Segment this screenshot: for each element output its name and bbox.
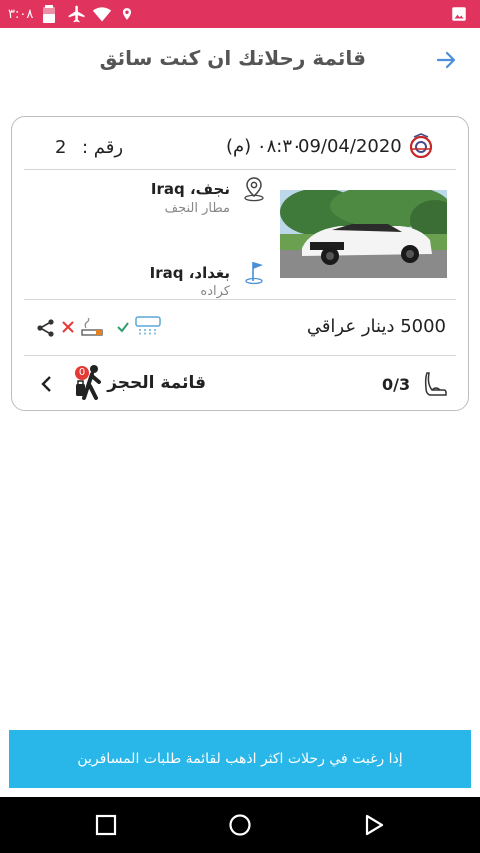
trip-price: 5000 دينار عراقي xyxy=(306,316,446,337)
wifi-icon xyxy=(92,7,112,22)
car-photo xyxy=(280,190,447,278)
app-bar: قائمة رحلاتك ان كنت سائق xyxy=(0,28,480,92)
divider xyxy=(24,299,456,300)
app-logo-icon xyxy=(409,133,433,159)
origin-city: نجف، Iraq xyxy=(150,180,230,198)
car-seat-icon xyxy=(424,372,447,396)
trip-number: 2 xyxy=(55,137,67,158)
status-time: ٣:٠٨ xyxy=(8,6,34,22)
seats-count: 0/3 xyxy=(382,375,411,394)
share-icon[interactable] xyxy=(36,318,56,338)
origin-place: مطار النجف xyxy=(164,201,230,216)
status-bar: ٣:٠٨ xyxy=(0,0,480,28)
recent-apps-icon[interactable] xyxy=(94,813,118,837)
destination-city: بغداد، Iraq xyxy=(149,264,230,282)
home-icon[interactable] xyxy=(228,813,252,837)
booking-list-label[interactable]: قائمة الحجز xyxy=(107,373,206,393)
traveler-requests-button[interactable]: إذا رغبت في رحلات اكثر اذهب لقائمة طلبات… xyxy=(9,730,471,788)
page-title: قائمة رحلاتك ان كنت سائق xyxy=(99,46,366,70)
system-nav-bar xyxy=(0,797,480,853)
destination-place: كراده xyxy=(200,284,230,299)
map-pin-icon xyxy=(244,177,264,202)
arrow-right-icon[interactable] xyxy=(434,48,458,72)
image-icon xyxy=(452,7,466,21)
trip-time: ٠٨:٣٠ (م) xyxy=(226,136,302,157)
x-icon xyxy=(62,321,74,333)
check-icon xyxy=(117,322,129,333)
back-icon[interactable] xyxy=(362,813,386,837)
air-conditioning-icon xyxy=(135,316,161,336)
divider xyxy=(24,355,456,356)
trip-number-label: رقم : xyxy=(82,137,124,158)
battery-icon xyxy=(43,5,55,23)
trip-card[interactable]: 09/04/2020 ٠٨:٣٠ (م) رقم : 2 نجف، Iraq م… xyxy=(11,116,469,411)
divider xyxy=(24,169,456,170)
chevron-left-icon[interactable] xyxy=(40,374,54,394)
airplane-icon xyxy=(68,5,85,23)
traveler-requests-label: إذا رغبت في رحلات اكثر اذهب لقائمة طلبات… xyxy=(77,751,403,767)
destination-flag-icon xyxy=(245,262,263,285)
location-icon xyxy=(122,8,132,20)
booking-count-badge: 0 xyxy=(75,366,89,380)
smoking-icon xyxy=(81,318,103,336)
trip-date: 09/04/2020 xyxy=(298,136,402,157)
